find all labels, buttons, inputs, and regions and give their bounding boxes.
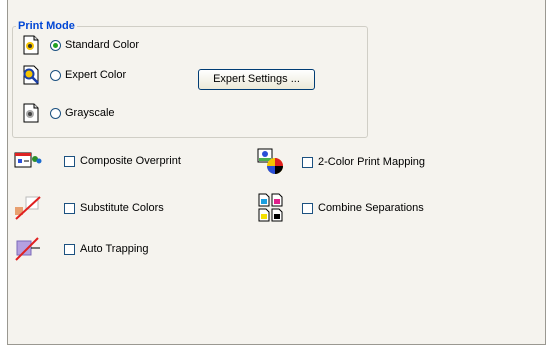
auto-trapping-label[interactable]: Auto Trapping: [80, 243, 149, 256]
expert-color-icon: [21, 65, 41, 85]
substitute-colors-checkbox[interactable]: [64, 202, 75, 214]
print-settings-panel: Print Mode Standard Color Expert Color E…: [7, 0, 546, 345]
substitute-colors-label[interactable]: Substitute Colors: [80, 202, 164, 215]
two-color-print-mapping-row: 2-Color Print Mapping: [257, 148, 425, 176]
auto-trapping-row: Auto Trapping: [14, 236, 149, 262]
combine-separations-icon: [257, 193, 285, 223]
expert-color-label[interactable]: Expert Color: [65, 69, 126, 82]
auto-trapping-checkbox[interactable]: [64, 243, 75, 255]
auto-trapping-icon: [14, 236, 42, 262]
expert-settings-button[interactable]: Expert Settings ...: [198, 69, 315, 90]
grayscale-row: Grayscale: [21, 103, 115, 123]
grayscale-label[interactable]: Grayscale: [65, 107, 115, 120]
standard-color-radio[interactable]: [50, 39, 61, 51]
two-color-print-mapping-icon: [257, 148, 285, 176]
substitute-colors-icon: [14, 195, 42, 221]
expert-color-radio[interactable]: [50, 69, 61, 81]
expert-color-row: Expert Color: [21, 65, 126, 85]
substitute-colors-row: Substitute Colors: [14, 195, 164, 221]
composite-overprint-icon: [14, 150, 42, 172]
grayscale-radio[interactable]: [50, 107, 61, 119]
combine-separations-checkbox[interactable]: [302, 202, 313, 214]
standard-color-row: Standard Color: [21, 35, 139, 55]
combine-separations-label[interactable]: Combine Separations: [318, 202, 424, 215]
composite-overprint-checkbox[interactable]: [64, 155, 75, 167]
print-mode-title: Print Mode: [16, 19, 77, 33]
composite-overprint-row: Composite Overprint: [14, 150, 181, 172]
standard-color-icon: [21, 35, 41, 55]
grayscale-icon: [21, 103, 41, 123]
combine-separations-row: Combine Separations: [257, 193, 424, 223]
two-color-print-mapping-checkbox[interactable]: [302, 156, 313, 168]
print-mode-group: Print Mode Standard Color Expert Color E…: [12, 19, 368, 138]
two-color-print-mapping-label[interactable]: 2-Color Print Mapping: [318, 156, 425, 169]
composite-overprint-label[interactable]: Composite Overprint: [80, 155, 181, 168]
standard-color-label[interactable]: Standard Color: [65, 39, 139, 52]
